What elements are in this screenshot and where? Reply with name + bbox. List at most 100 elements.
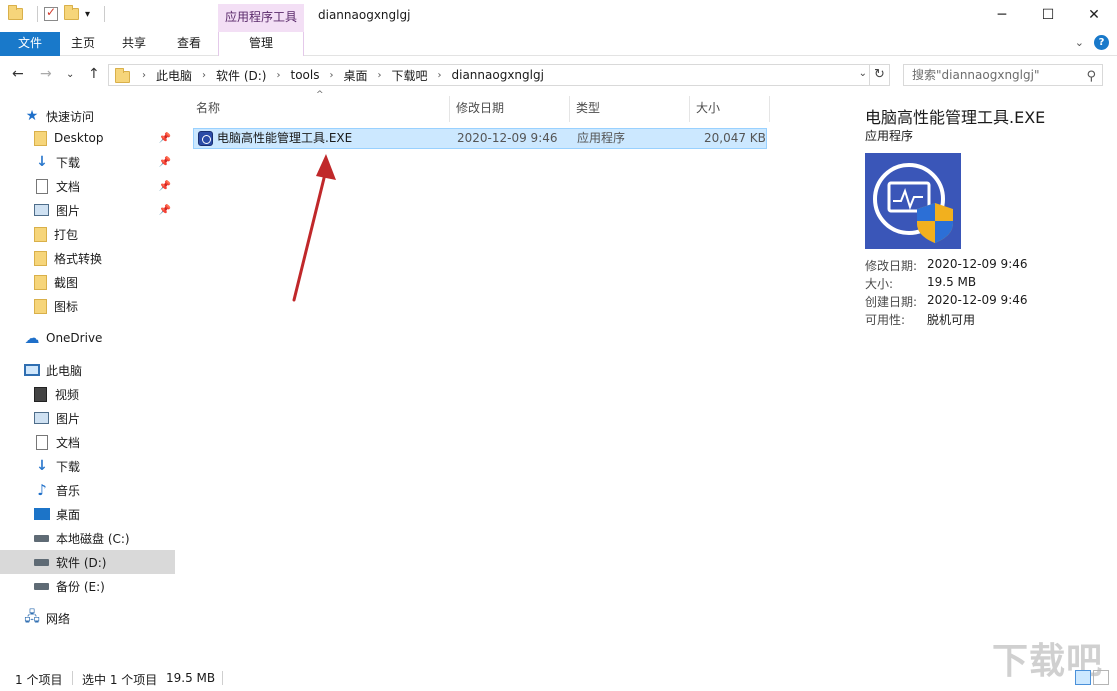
document-icon xyxy=(36,178,48,194)
sidebar-item-music[interactable]: ♪ 音乐 xyxy=(0,478,175,502)
sidebar-item-onedrive[interactable]: ☁ OneDrive xyxy=(0,326,175,350)
sidebar-item-label: 下载 xyxy=(56,459,81,474)
chevron-right-icon[interactable]: › xyxy=(270,70,286,81)
minimize-button[interactable]: ─ xyxy=(979,0,1025,30)
large-icons-view-icon[interactable] xyxy=(1093,670,1109,685)
column-header-size[interactable]: 大小 xyxy=(690,96,770,122)
customize-qat-icon[interactable]: ▾ xyxy=(85,9,90,20)
folder-icon xyxy=(34,226,47,242)
sidebar-item-this-pc[interactable]: 此电脑 xyxy=(0,358,175,382)
tab-view[interactable]: 查看 xyxy=(166,32,212,56)
sidebar-item-folder[interactable]: 打包 xyxy=(0,222,175,246)
search-input[interactable]: 搜索"diannaogxnglgj" ⚲ xyxy=(903,64,1103,86)
file-type: 应用程序 xyxy=(577,131,626,145)
sidebar-item-folder[interactable]: 图标 xyxy=(0,294,175,318)
sidebar-item-desktop[interactable]: 桌面 xyxy=(0,502,175,526)
refresh-button[interactable]: ↻ xyxy=(870,64,890,86)
star-icon: ★ xyxy=(25,108,39,124)
column-header-name[interactable]: 名称 xyxy=(190,96,450,122)
chevron-right-icon[interactable]: › xyxy=(371,70,387,81)
sidebar-item-label: 备份 (E:) xyxy=(56,579,105,594)
details-type: 应用程序 xyxy=(865,129,914,143)
window-title: diannaogxnglgj xyxy=(318,8,411,22)
column-header-modified[interactable]: 修改日期 xyxy=(450,96,570,122)
chevron-right-icon[interactable]: › xyxy=(432,70,448,81)
app-large-icon xyxy=(865,153,961,249)
sidebar-item-label: 文档 xyxy=(56,435,81,450)
forward-icon[interactable]: → xyxy=(40,66,52,82)
breadcrumb-item[interactable]: tools xyxy=(286,68,323,82)
tab-share[interactable]: 共享 xyxy=(112,32,156,56)
sidebar-item-downloads[interactable]: ↓ 下载 📌 xyxy=(0,150,175,174)
back-icon[interactable]: ← xyxy=(12,66,24,82)
pin-icon[interactable]: 📌 xyxy=(159,181,171,192)
annotation-arrow xyxy=(292,154,336,302)
cloud-icon: ☁ xyxy=(24,329,40,347)
video-icon xyxy=(34,386,47,402)
properties-icon[interactable] xyxy=(44,5,58,21)
sidebar-item-folder[interactable]: 截图 xyxy=(0,270,175,294)
tab-file[interactable]: 文件 xyxy=(0,32,60,56)
file-size: 20,047 KB xyxy=(704,131,766,145)
column-header-type[interactable]: 类型 xyxy=(570,96,690,122)
desktop-icon xyxy=(34,508,50,520)
help-icon[interactable]: ? xyxy=(1094,35,1109,50)
sidebar-item-label: 截图 xyxy=(54,275,79,290)
sidebar-item-label: OneDrive xyxy=(46,331,103,345)
new-folder-icon[interactable] xyxy=(64,5,79,20)
sidebar-item-network[interactable]: 🖧 网络 xyxy=(0,606,175,630)
status-item-selected: 选中 1 个项目 xyxy=(82,673,158,687)
sidebar-item-drive-e[interactable]: 备份 (E:) xyxy=(0,574,175,598)
minimize-icon: ─ xyxy=(997,7,1007,23)
details-value: 2020-12-09 9:46 xyxy=(927,293,1028,307)
address-bar[interactable]: › 此电脑 › 软件 (D:) › tools › 桌面 › 下载吧 › dia… xyxy=(108,64,870,86)
details-key: 创建日期: xyxy=(865,295,918,309)
expand-ribbon-icon[interactable]: ⌄ xyxy=(1075,36,1084,49)
details-key: 可用性: xyxy=(865,313,906,327)
sidebar-item-videos[interactable]: 视频 xyxy=(0,382,175,406)
picture-icon xyxy=(34,412,49,424)
pin-icon[interactable]: 📌 xyxy=(159,157,171,168)
tab-manage[interactable]: 管理 xyxy=(218,32,304,56)
sidebar-item-documents[interactable]: 文档 📌 xyxy=(0,174,175,198)
sidebar-item-pictures[interactable]: 图片 xyxy=(0,406,175,430)
sidebar-item-drive-c[interactable]: 本地磁盘 (C:) xyxy=(0,526,175,550)
breadcrumb-item[interactable]: 下载吧 xyxy=(387,67,431,84)
chevron-right-icon[interactable]: › xyxy=(196,70,212,81)
sidebar-item-pictures[interactable]: 图片 📌 xyxy=(0,198,175,222)
details-key: 修改日期: xyxy=(865,259,918,273)
sidebar-item-folder[interactable]: 格式转换 xyxy=(0,246,175,270)
pin-icon[interactable]: 📌 xyxy=(159,205,171,216)
context-tab-group-title: 应用程序工具 xyxy=(218,4,304,32)
address-row: ← → ⌄ ↑ › 此电脑 › 软件 (D:) › tools › 桌面 › 下… xyxy=(0,58,1117,92)
breadcrumb-item[interactable]: diannaogxnglgj xyxy=(448,68,548,82)
close-icon: ✕ xyxy=(1088,7,1100,23)
sidebar-item-label: Desktop xyxy=(54,131,104,145)
details-view-icon[interactable] xyxy=(1075,670,1091,685)
pin-icon[interactable]: 📌 xyxy=(159,133,171,144)
close-button[interactable]: ✕ xyxy=(1071,0,1117,30)
address-dropdown-icon[interactable]: ⌄ xyxy=(859,68,867,79)
breadcrumb-item[interactable]: 软件 (D:) xyxy=(212,67,270,84)
window-controls: ─ ☐ ✕ xyxy=(979,0,1117,30)
recent-locations-icon[interactable]: ⌄ xyxy=(66,69,74,80)
sidebar-item-label: 图片 xyxy=(56,203,81,218)
refresh-icon: ↻ xyxy=(874,67,885,82)
chevron-right-icon[interactable]: › xyxy=(323,70,339,81)
maximize-button[interactable]: ☐ xyxy=(1025,0,1071,30)
sidebar-item-desktop[interactable]: Desktop 📌 xyxy=(0,126,175,150)
details-pane: 电脑高性能管理工具.EXE 应用程序 修改日期: 2020-12-09 9:46… xyxy=(842,96,1117,666)
sidebar-item-downloads[interactable]: ↓ 下载 xyxy=(0,454,175,478)
breadcrumb-item[interactable]: 桌面 xyxy=(339,67,371,84)
status-separator xyxy=(72,671,73,685)
breadcrumb-item[interactable]: 此电脑 xyxy=(152,67,196,84)
chevron-right-icon[interactable]: › xyxy=(136,70,152,81)
file-name: 电脑高性能管理工具.EXE xyxy=(217,131,353,145)
sidebar-item-documents[interactable]: 文档 xyxy=(0,430,175,454)
sidebar-item-drive-d[interactable]: 软件 (D:) xyxy=(0,550,175,574)
tab-home[interactable]: 主页 xyxy=(62,32,104,56)
up-icon[interactable]: ↑ xyxy=(88,66,100,82)
drive-icon xyxy=(34,582,49,590)
file-row[interactable]: 电脑高性能管理工具.EXE 2020-12-09 9:46 应用程序 20,04… xyxy=(193,128,767,149)
sidebar-item-quick-access[interactable]: ★ 快速访问 xyxy=(0,104,175,128)
